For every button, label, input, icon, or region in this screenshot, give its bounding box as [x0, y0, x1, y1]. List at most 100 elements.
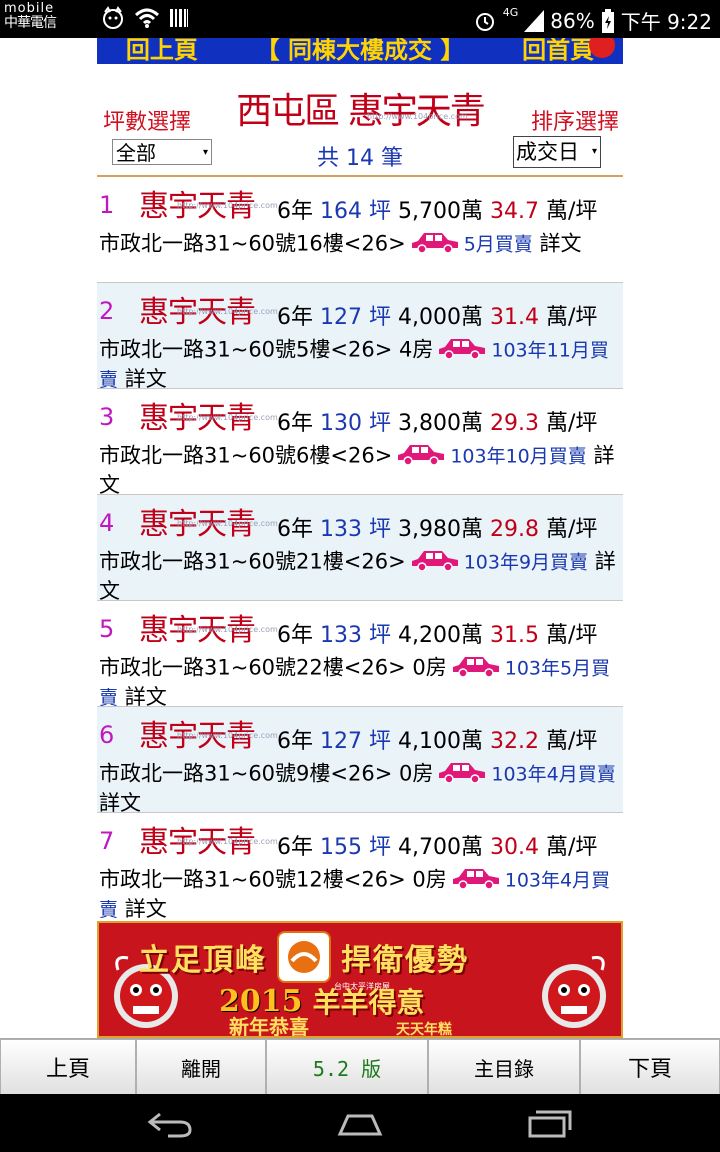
- list-item[interactable]: 4 惠宇天青 http://www.104price.com 6年 133 坪 …: [97, 494, 623, 603]
- listing-age: 6年: [277, 623, 313, 648]
- listing-unit-label: 萬/坪: [545, 623, 598, 648]
- title-watermark: http://www.104price.com: [367, 112, 468, 121]
- listing-watermark: http://www.104price.com: [177, 307, 278, 316]
- listing-address: 市政北一路31~60號9樓<26>: [99, 761, 393, 786]
- listing-age: 6年: [277, 835, 313, 860]
- home-link[interactable]: 回首頁: [522, 38, 594, 64]
- area-select-label: 坪數選擇: [103, 110, 192, 135]
- listing-unit-label: 萬/坪: [545, 729, 598, 754]
- network-type: 4G: [502, 6, 519, 19]
- ad-tail-text: 天天年糕: [395, 1022, 452, 1038]
- listing-ping: 127: [320, 729, 362, 754]
- car-icon: [437, 335, 487, 366]
- listing-age: 6年: [277, 411, 313, 436]
- listing-rooms: 0房: [399, 761, 434, 786]
- listing-unit-label: 萬/坪: [545, 305, 598, 330]
- home-icon[interactable]: [336, 1108, 384, 1138]
- listing-address: 市政北一路31~60號22樓<26>: [99, 655, 406, 680]
- listing-detail-line: 市政北一路31~60號5樓<26> 4房 103年11月買賣 詳文: [99, 335, 619, 394]
- listing-address: 市政北一路31~60號12樓<26>: [99, 867, 406, 892]
- list-item[interactable]: 7 惠宇天青 http://www.104price.com 6年 155 坪 …: [97, 812, 623, 921]
- listing-ping-unit: 坪: [369, 729, 392, 754]
- detail-link[interactable]: 詳文: [125, 897, 167, 921]
- ad-banner[interactable]: 立足頂峰 捍衛優勢 台中太平洋房屋 2015 羊羊得意 新年恭喜 天天年糕: [97, 921, 623, 1038]
- sort-select[interactable]: 成交日 ▾: [513, 136, 601, 168]
- listing-ping-unit: 坪: [369, 517, 392, 542]
- listing-index: 4: [99, 509, 115, 537]
- listing-index: 7: [99, 827, 115, 855]
- alarm-icon: [475, 12, 494, 31]
- listing-address: 市政北一路31~60號16樓<26>: [99, 231, 406, 256]
- recent-apps-icon[interactable]: [526, 1108, 574, 1138]
- listing-unit-price: 32.2: [490, 729, 539, 754]
- prev-page-button[interactable]: 上頁: [0, 1039, 136, 1095]
- navigation-bar: [0, 1094, 720, 1152]
- listing-ping-unit: 坪: [369, 305, 392, 330]
- listing-detail-line: 市政北一路31~60號21樓<26> 103年9月買賣 詳文: [99, 547, 619, 605]
- bottom-toolbar: 上頁 離開 5.2 版 主目錄 下頁: [0, 1038, 720, 1095]
- wifi-icon: [134, 8, 160, 28]
- listing-unit-label: 萬/坪: [545, 199, 598, 224]
- listing-date: 103年4月買賣: [491, 763, 616, 786]
- back-page-link[interactable]: 回上頁: [126, 38, 198, 64]
- sort-select-value: 成交日: [516, 140, 579, 164]
- listing-price: 5,700萬: [398, 199, 483, 224]
- listing-address: 市政北一路31~60號6樓<26>: [99, 443, 393, 468]
- list-item[interactable]: 6 惠宇天青 http://www.104price.com 6年 127 坪 …: [97, 706, 623, 815]
- listing-summary: 6年 133 坪 3,980萬 29.8 萬/坪: [277, 511, 597, 543]
- carrier-logo-text: mobile: [4, 1, 55, 16]
- listing-index: 6: [99, 721, 115, 749]
- listing-watermark: http://www.104price.com: [177, 731, 278, 740]
- ad-new-year-text: 新年恭喜: [229, 1015, 309, 1038]
- listing-detail-line: 市政北一路31~60號9樓<26> 0房 103年4月買賣 詳文: [99, 759, 619, 817]
- status-bar: mobile 中華電信 4G 86% 下午 9:22: [0, 0, 720, 38]
- list-item[interactable]: 1 惠宇天青 http://www.104price.com 6年 164 坪 …: [97, 175, 623, 282]
- listing-index: 3: [99, 403, 115, 431]
- ad-slogan-right: 捍衛優勢: [341, 943, 469, 978]
- listing-detail-line: 市政北一路31~60號6樓<26> 103年10月買賣 詳文: [99, 441, 619, 499]
- header: 西屯區 惠宇天青 http://www.104price.com 坪數選擇 排序…: [97, 64, 623, 174]
- listing-summary: 6年 127 坪 4,000萬 31.4 萬/坪: [277, 299, 597, 331]
- back-icon[interactable]: [146, 1108, 194, 1138]
- listing-unit-price: 29.3: [490, 411, 539, 436]
- listing-index: 2: [99, 297, 115, 325]
- list-item[interactable]: 2 惠宇天青 http://www.104price.com 6年 127 坪 …: [97, 282, 623, 391]
- car-icon: [451, 653, 501, 684]
- battery-icon: [601, 8, 614, 33]
- same-building-title: 【 同棟大樓成交 】: [255, 38, 465, 64]
- listing-watermark: http://www.104price.com: [177, 837, 278, 846]
- listing-index: 5: [99, 615, 115, 643]
- listing-unit-price: 34.7: [490, 199, 539, 224]
- listing-detail-line: 市政北一路31~60號16樓<26> 5月買賣 詳文: [99, 229, 619, 260]
- listing-detail-line: 市政北一路31~60號22樓<26> 0房 103年5月買賣 詳文: [99, 653, 619, 712]
- main-menu-button[interactable]: 主目錄: [428, 1039, 580, 1095]
- listing-price: 4,200萬: [398, 623, 483, 648]
- listing-address: 市政北一路31~60號5樓<26>: [99, 337, 393, 362]
- list-item[interactable]: 5 惠宇天青 http://www.104price.com 6年 133 坪 …: [97, 600, 623, 709]
- listing-list: 1 惠宇天青 http://www.104price.com 6年 164 坪 …: [97, 175, 623, 921]
- listing-date: 5月買賣: [463, 233, 533, 256]
- listing-ping: 155: [320, 835, 362, 860]
- listing-date: 103年10月買賣: [450, 445, 587, 468]
- listing-summary: 6年 130 坪 3,800萬 29.3 萬/坪: [277, 405, 597, 437]
- exit-button[interactable]: 離開: [136, 1039, 266, 1095]
- list-item[interactable]: 3 惠宇天青 http://www.104price.com 6年 130 坪 …: [97, 388, 623, 497]
- listing-watermark: http://www.104price.com: [177, 519, 278, 528]
- battery-percent: 86%: [550, 8, 595, 33]
- listing-summary: 6年 155 坪 4,700萬 30.4 萬/坪: [277, 829, 597, 861]
- listing-index: 1: [99, 191, 115, 219]
- car-icon: [437, 759, 487, 790]
- detail-link[interactable]: 詳文: [539, 232, 581, 256]
- top-banner: 回上頁 【 同棟大樓成交 】 回首頁: [97, 38, 623, 64]
- listing-age: 6年: [277, 199, 313, 224]
- next-page-button[interactable]: 下頁: [580, 1039, 720, 1095]
- listing-ping: 127: [320, 305, 362, 330]
- listing-unit-price: 31.5: [490, 623, 539, 648]
- brand-logo-icon: [277, 931, 331, 983]
- listing-price: 4,100萬: [398, 729, 483, 754]
- listing-date: 103年9月買賣: [463, 551, 589, 574]
- listing-price: 4,000萬: [398, 305, 483, 330]
- listing-price: 3,800萬: [398, 411, 483, 436]
- barcode-icon: [170, 9, 188, 27]
- listing-watermark: http://www.104price.com: [177, 413, 278, 422]
